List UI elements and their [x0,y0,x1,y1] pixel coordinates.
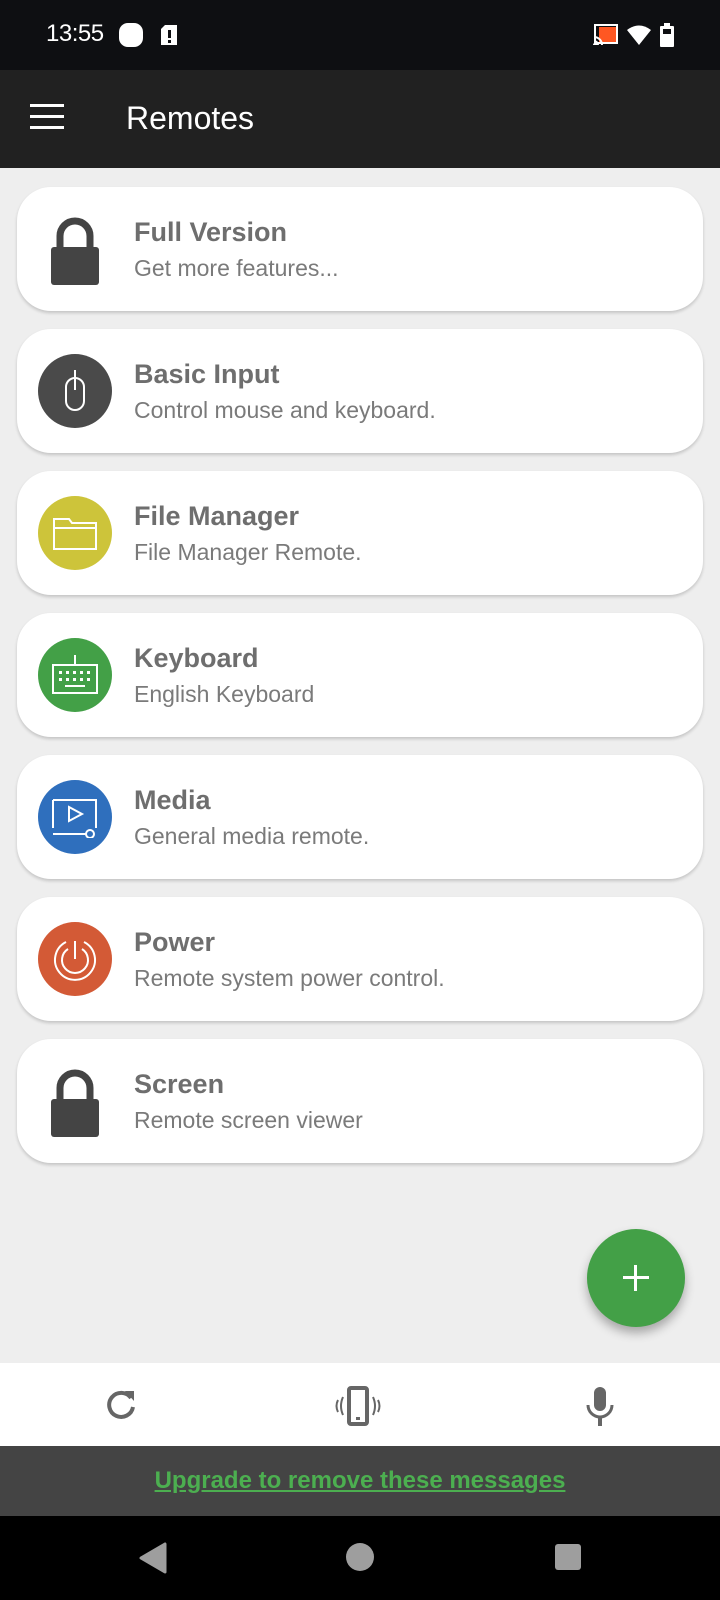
phone-vibrate-icon [335,1386,381,1426]
remote-subtitle: File Manager Remote. [134,539,362,565]
media-play-icon [38,780,112,854]
power-icon [38,922,112,996]
remote-subtitle: General media remote. [134,823,370,849]
remote-title: File Manager [134,501,300,531]
recents-icon[interactable] [554,1543,582,1576]
remote-title: Media [134,785,211,815]
remote-item-screen[interactable]: Screen Remote screen viewer [17,1039,703,1163]
home-icon[interactable] [345,1542,375,1577]
wifi-icon [626,24,652,51]
remote-subtitle: English Keyboard [134,681,315,707]
lock-icon [38,1064,112,1138]
remote-item-power[interactable]: Power Remote system power control. [17,897,703,1021]
remote-title: Keyboard [134,643,259,673]
hamburger-menu-icon[interactable] [30,104,66,134]
phone-vibrate-button[interactable] [333,1385,383,1426]
system-nav-bar [0,1516,720,1600]
battery-icon [660,23,674,52]
mouse-icon [38,354,112,428]
keyboard-icon [38,638,112,712]
add-remote-button[interactable] [587,1229,685,1327]
remote-title: Power [134,927,216,957]
remote-subtitle: Control mouse and keyboard. [134,397,436,423]
status-bar: 13:55 [0,0,720,70]
remote-item-media[interactable]: Media General media remote. [17,755,703,879]
remote-subtitle: Remote screen viewer [134,1107,363,1133]
remote-item-keyboard[interactable]: Keyboard English Keyboard [17,613,703,737]
remote-subtitle: Get more features... [134,255,339,281]
lock-icon [38,212,112,286]
app-bar: Remotes [0,70,720,168]
remote-item-full-version[interactable]: Full Version Get more features... [17,187,703,311]
plus-icon [623,1265,649,1291]
notification-blob-icon [118,22,144,53]
sim-alert-icon [160,24,178,51]
remote-title: Basic Input [134,359,280,389]
status-time: 13:55 [46,20,104,47]
remote-title: Full Version [134,217,288,247]
folder-icon [38,496,112,570]
remote-list: Full Version Get more features... Basic … [17,187,703,1181]
back-icon[interactable] [138,1542,168,1579]
remote-title: Screen [134,1069,225,1099]
bottom-toolbar [0,1363,720,1446]
refresh-icon [107,1390,135,1419]
refresh-button[interactable] [100,1385,140,1425]
upgrade-link[interactable]: Upgrade to remove these messages [155,1467,566,1495]
remote-subtitle: Remote system power control. [134,965,445,991]
remote-item-basic-input[interactable]: Basic Input Control mouse and keyboard. [17,329,703,453]
cast-icon [593,24,619,51]
microphone-icon [586,1387,614,1426]
page-title: Remotes [126,100,255,136]
microphone-button[interactable] [580,1385,620,1426]
ad-banner: Upgrade to remove these messages [0,1446,720,1516]
remote-item-file-manager[interactable]: File Manager File Manager Remote. [17,471,703,595]
